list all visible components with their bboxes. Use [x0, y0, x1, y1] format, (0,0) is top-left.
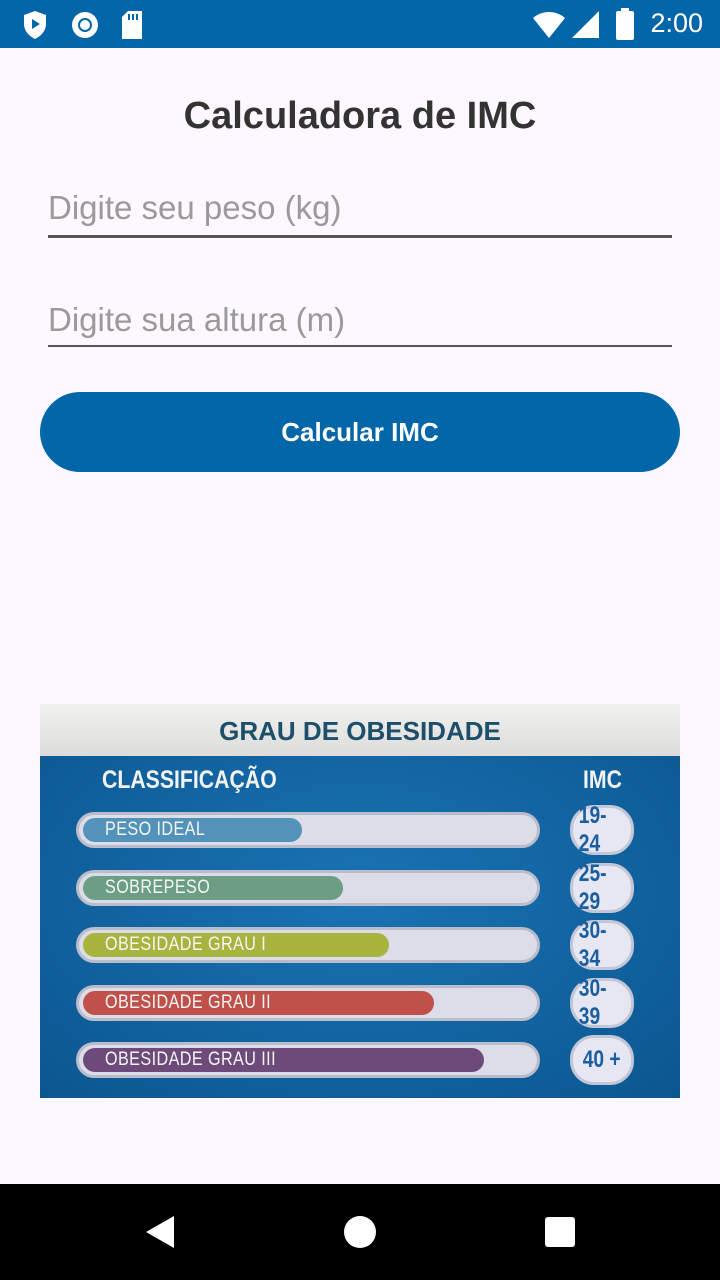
imc-range-badge: 19-24	[570, 802, 634, 857]
chart-title: GRAU DE OBESIDADE	[219, 716, 501, 746]
classification-bar: OBESIDADE GRAU I	[76, 927, 540, 963]
height-input[interactable]	[48, 290, 672, 350]
sd-card-icon	[120, 10, 144, 45]
obesity-chart-image: GRAU DE OBESIDADE CLASSIFICAÇÃO IMC PESO…	[40, 704, 680, 1098]
imc-range-badge: 25-29	[570, 859, 634, 915]
recents-button[interactable]	[500, 1184, 620, 1280]
page-title: Calculadora de IMC	[183, 95, 537, 137]
height-input-underline	[48, 345, 672, 347]
back-icon	[146, 1216, 174, 1248]
classification-bar: OBESIDADE GRAU III	[76, 1042, 540, 1078]
imc-range-badge: 30-34	[570, 917, 634, 972]
circle-record-icon	[70, 10, 100, 45]
home-icon	[344, 1216, 376, 1248]
imc-range-text: 19-24	[578, 802, 607, 857]
calculate-imc-button[interactable]: Calcular IMC	[40, 392, 680, 472]
battery-icon	[616, 8, 634, 45]
classification-label: OBESIDADE GRAU I	[105, 934, 267, 955]
shield-icon	[22, 10, 48, 45]
classification-label: SOBREPESO	[105, 876, 211, 898]
recents-icon	[545, 1217, 575, 1247]
signal-icon	[570, 9, 600, 44]
status-time: 2:00	[650, 8, 703, 38]
imc-range-badge: 30-39	[570, 974, 634, 1030]
back-button[interactable]	[100, 1184, 220, 1280]
wifi-icon	[532, 9, 566, 44]
imc-heading: IMC	[583, 766, 622, 794]
home-button[interactable]	[300, 1184, 420, 1280]
classification-label: OBESIDADE GRAU III	[105, 1049, 276, 1070]
classification-label: PESO IDEAL	[105, 819, 206, 840]
imc-range-text: 25-29	[578, 859, 607, 915]
weight-input[interactable]	[48, 178, 672, 238]
navigation-bar	[0, 1184, 720, 1280]
classification-bar: SOBREPESO	[76, 869, 540, 906]
chart-header: GRAU DE OBESIDADE	[40, 704, 680, 756]
imc-range-text: 30-34	[578, 917, 607, 972]
classification-bar: OBESIDADE GRAU II	[76, 984, 540, 1021]
weight-input-underline	[48, 235, 672, 238]
classification-heading: CLASSIFICAÇÃO	[102, 766, 277, 794]
classification-label: OBESIDADE GRAU II	[105, 991, 272, 1013]
imc-range-text: 30-39	[578, 974, 607, 1030]
imc-range-text: 40 +	[583, 1046, 621, 1073]
imc-range-badge: 40 +	[570, 1035, 634, 1085]
status-bar: 2:00	[0, 0, 720, 48]
classification-bar: PESO IDEAL	[76, 812, 540, 848]
